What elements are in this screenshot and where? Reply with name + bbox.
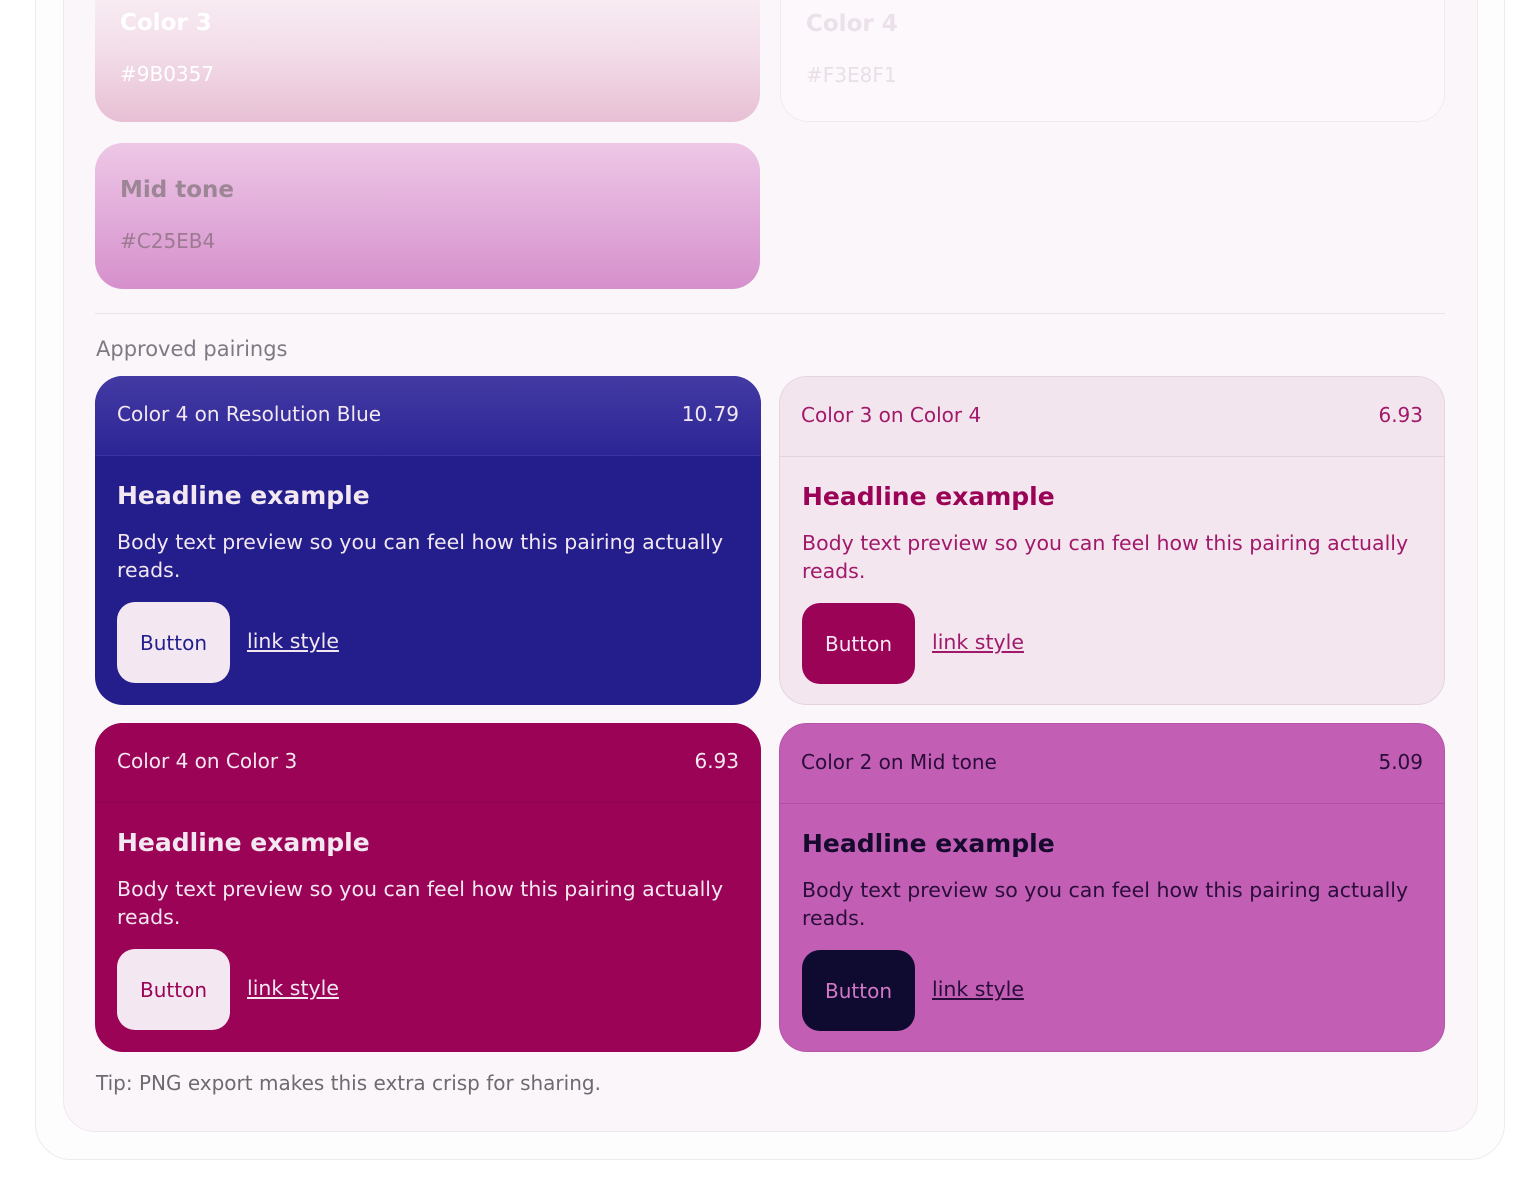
sample-link[interactable]: link style [932, 977, 1024, 1001]
pairing-name: Color 3 on Color 4 [801, 403, 982, 427]
headline-example: Headline example [117, 828, 370, 857]
headline-example: Headline example [802, 829, 1055, 858]
pairing-name: Color 2 on Mid tone [801, 750, 997, 774]
swatch-mid-tone: Mid tone #C25EB4 [95, 143, 760, 289]
swatch-name: Color 3 [120, 10, 212, 36]
contrast-ratio: 5.09 [1378, 750, 1423, 774]
tip-text: Tip: PNG export makes this extra crisp f… [96, 1071, 601, 1095]
contrast-ratio: 6.93 [694, 749, 739, 773]
pairing-card: Color 3 on Color 4 6.93 Headline example… [779, 376, 1445, 705]
body-text-preview: Body text preview so you can feel how th… [802, 878, 1409, 930]
sample-button[interactable]: Button [117, 949, 230, 1030]
sample-link[interactable]: link style [247, 629, 339, 653]
sample-button[interactable]: Button [802, 603, 915, 684]
swatch-name: Color 4 [806, 11, 898, 37]
section-title: Approved pairings [96, 337, 288, 361]
pairing-card: Color 4 on Resolution Blue 10.79 Headlin… [95, 376, 761, 705]
pairing-card-header: Color 4 on Resolution Blue 10.79 [95, 376, 761, 456]
pairing-name: Color 4 on Resolution Blue [117, 402, 382, 426]
swatch-color-3: Color 3 #9B0357 [95, 0, 760, 122]
section-divider [95, 313, 1445, 314]
pairing-card-header: Color 2 on Mid tone 5.09 [780, 724, 1444, 804]
body-text-preview: Body text preview so you can feel how th… [802, 531, 1409, 583]
headline-example: Headline example [802, 482, 1055, 511]
headline-example: Headline example [117, 481, 370, 510]
body-text-preview: Body text preview so you can feel how th… [117, 877, 724, 929]
pairing-name: Color 4 on Color 3 [117, 749, 298, 773]
swatch-name: Mid tone [120, 177, 235, 203]
sample-link[interactable]: link style [247, 976, 339, 1000]
swatch-hex: #C25EB4 [120, 229, 216, 253]
pairing-card-header: Color 3 on Color 4 6.93 [780, 377, 1444, 457]
swatch-hex: #F3E8F1 [806, 63, 897, 87]
pairing-card-header: Color 4 on Color 3 6.93 [95, 723, 761, 803]
contrast-ratio: 10.79 [681, 402, 739, 426]
pairing-card: Color 2 on Mid tone 5.09 Headline exampl… [779, 723, 1445, 1052]
swatch-color-4: Color 4 #F3E8F1 [780, 0, 1445, 122]
swatch-hex: #9B0357 [120, 62, 215, 86]
contrast-ratio: 6.93 [1378, 403, 1423, 427]
sample-button[interactable]: Button [117, 602, 230, 683]
pairing-card: Color 4 on Color 3 6.93 Headline example… [95, 723, 761, 1052]
sample-button[interactable]: Button [802, 950, 915, 1031]
body-text-preview: Body text preview so you can feel how th… [117, 530, 724, 582]
sample-link[interactable]: link style [932, 630, 1024, 654]
